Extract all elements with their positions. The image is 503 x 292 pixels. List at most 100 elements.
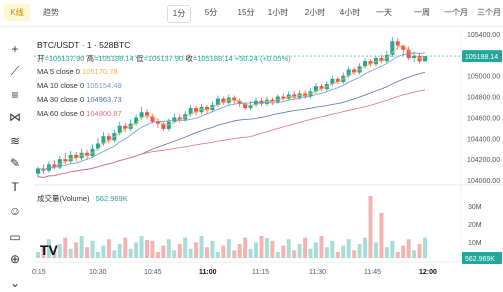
price-tick: 104000.00 (467, 178, 500, 185)
volume-bar (401, 245, 406, 258)
volume-bar (74, 242, 79, 258)
volume-bar (412, 250, 417, 258)
candle-body (423, 56, 427, 62)
volume-bar (368, 196, 373, 258)
crosshair-icon[interactable]: + (6, 40, 24, 58)
volume-bar (357, 244, 362, 258)
volume-bar (150, 240, 155, 258)
change-value: +50.24 (+0.05%) (234, 54, 291, 63)
ma-label: MA 10 close 0 (37, 81, 87, 90)
volume-bar (166, 239, 171, 258)
ohlc-line: 开=105137.90 高=105188.14 低=105137.90 收=10… (37, 53, 291, 64)
volume-tick: 30M (468, 204, 482, 211)
time-tick: 10:45 (144, 269, 162, 276)
volume-bar (417, 244, 422, 258)
current-volume-label: 562.969K (465, 256, 495, 263)
high-label: 高 (86, 54, 94, 63)
volume-bar (155, 252, 160, 258)
trend-line-icon[interactable]: ⟋ (6, 62, 24, 80)
volume-bar (204, 247, 209, 258)
volume-bar (199, 236, 204, 258)
candle-body (134, 117, 139, 124)
candle-body (395, 41, 400, 46)
low-value: =105137.90 (143, 54, 184, 63)
volume-bar (221, 245, 226, 258)
ma-label: MA 30 close 0 (37, 95, 87, 104)
volume-bar (395, 252, 400, 258)
pair-title: BTC/USDT · 1 · 528BTC (37, 40, 131, 50)
time-tick: 10:30 (89, 269, 107, 276)
high-value: =105188.14 (93, 54, 134, 63)
volume-bar (259, 236, 264, 258)
volume-bar (237, 244, 242, 258)
candle-body (36, 168, 40, 174)
volume-bar (406, 239, 411, 258)
volume-bar (264, 238, 269, 258)
volume-bar (117, 244, 122, 258)
price-tick: 104600.00 (467, 115, 500, 122)
volume-bar (79, 236, 84, 258)
volume-bar (275, 252, 280, 258)
volume-legend: 成交量(Volume) 562.969K (37, 193, 128, 204)
volume-bar (373, 242, 378, 258)
volume-bar (183, 237, 188, 258)
volume-bar (172, 250, 177, 258)
volume-bar (128, 248, 133, 258)
volume-bar (254, 242, 259, 258)
price-tick: 105000.00 (467, 74, 500, 81)
ma-value: 105154.49 (86, 81, 122, 90)
volume-bar (63, 237, 68, 258)
tradingview-logo: TV (40, 242, 58, 258)
price-tick: 105400.00 (467, 32, 500, 39)
volume-bar (384, 247, 389, 258)
volume-tick: 10M (468, 240, 482, 247)
volume-value: 562.969K (95, 194, 128, 203)
volume-bar (243, 237, 248, 258)
volume-bar (101, 245, 106, 258)
time-tick: 11:00 (199, 269, 217, 276)
volume-bar (308, 248, 313, 258)
time-tick: 0:15 (32, 269, 46, 276)
volume-bar (226, 239, 231, 258)
volume-bar (232, 250, 237, 258)
open-label: 开 (37, 54, 45, 63)
fib-icon[interactable]: ≋ (6, 132, 24, 150)
ma-value: 104800.87 (86, 109, 122, 118)
brush-icon[interactable]: ✎ (6, 154, 24, 172)
open-value: =105137.90 (44, 54, 85, 63)
time-tick: 12:00 (419, 269, 437, 276)
volume-bar (319, 236, 324, 258)
ruler-icon[interactable]: ▭ (6, 228, 24, 246)
zoom-in-icon[interactable]: ⊕ (6, 250, 24, 268)
volume-bar (248, 248, 253, 258)
close-label: 收 (185, 54, 193, 63)
candle-body (166, 121, 171, 129)
volume-bar (210, 240, 215, 258)
emoji-icon[interactable]: ☺ (6, 202, 24, 220)
pattern-icon[interactable]: ⋈ (6, 108, 24, 126)
volume-bar (313, 242, 318, 258)
volume-bar (390, 240, 395, 258)
volume-bar (270, 240, 275, 258)
volume-bar (68, 248, 73, 258)
candle-body (139, 112, 144, 118)
candle-body (412, 55, 417, 58)
volume-bar (188, 248, 193, 258)
volume-bar (177, 244, 182, 258)
volume-bar (145, 240, 150, 258)
volume-bar (85, 247, 90, 258)
volume-bar (57, 244, 62, 258)
volume-bar (90, 240, 95, 258)
time-tick: 11:45 (364, 269, 381, 276)
ma-legend-item: MA 5 close 0 105170.78 (37, 67, 117, 76)
horizontal-lines-icon[interactable]: ≡ (6, 86, 24, 104)
volume-bar (112, 250, 117, 258)
more-icon[interactable]: ⌄ (6, 274, 24, 292)
time-tick: 11:15 (252, 269, 269, 276)
text-icon[interactable]: T (6, 178, 24, 196)
volume-bar (297, 244, 302, 258)
volume-bar (303, 237, 308, 258)
volume-bar (286, 239, 291, 258)
price-tick: 104400.00 (467, 136, 500, 143)
volume-bar (106, 239, 111, 258)
